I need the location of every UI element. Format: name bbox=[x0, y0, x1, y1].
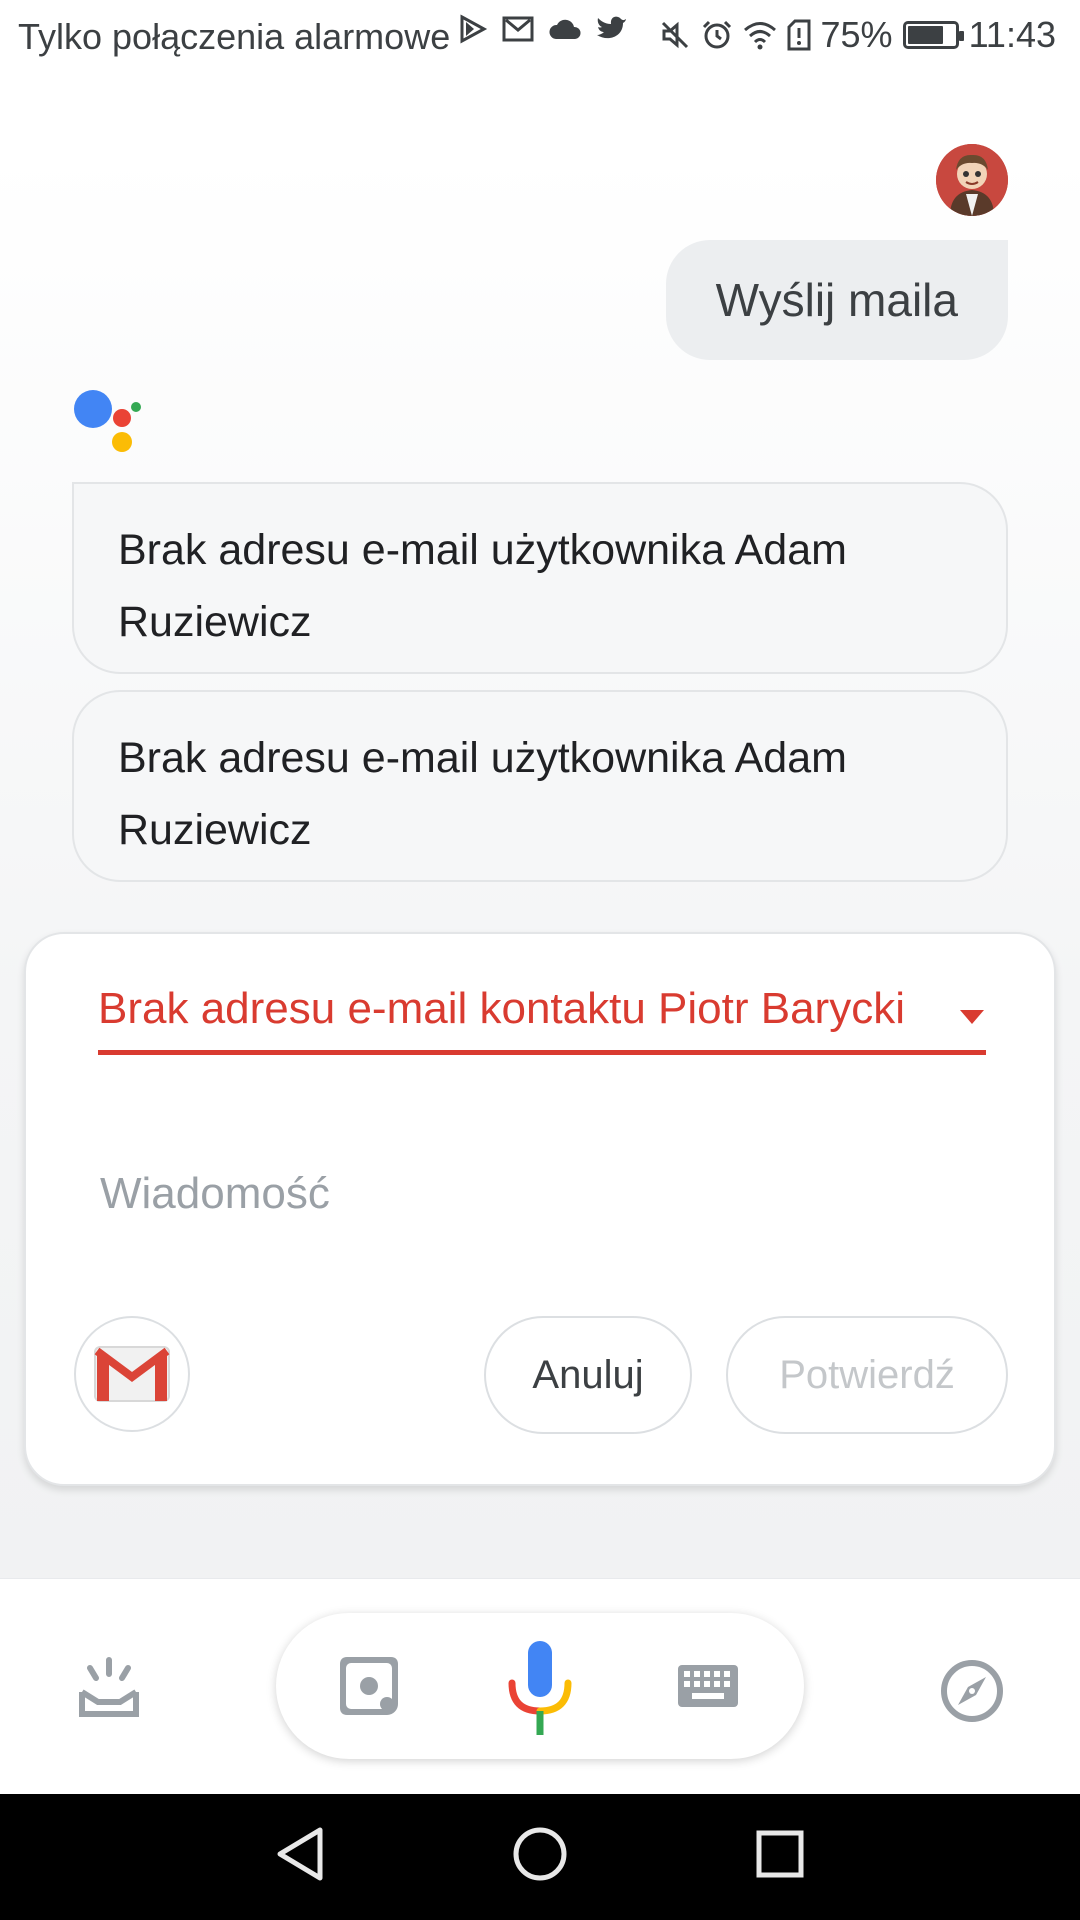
assistant-message-bubble: Brak adresu e-mail użytkownika Adam Ruzi… bbox=[72, 690, 1008, 882]
recipient-error-text: Brak adresu e-mail kontaktu Piotr Baryck… bbox=[98, 984, 905, 1033]
gmail-icon bbox=[94, 1346, 170, 1402]
confirm-button[interactable]: Potwierdź bbox=[726, 1316, 1008, 1434]
play-store-icon bbox=[460, 14, 488, 44]
back-icon bbox=[277, 1827, 323, 1881]
assistant-message-text: Brak adresu e-mail użytkownika Adam Ruzi… bbox=[118, 526, 847, 646]
battery-icon bbox=[902, 21, 964, 49]
status-bar: Tylko połączenia alarmowe 75% 11:43 bbox=[0, 0, 1080, 74]
email-compose-card: Brak adresu e-mail kontaktu Piotr Baryck… bbox=[24, 932, 1056, 1486]
user-message-bubble: Wyślij maila bbox=[665, 240, 1008, 360]
google-assistant-icon bbox=[74, 390, 141, 452]
updates-button[interactable] bbox=[64, 1651, 154, 1725]
notification-icons bbox=[458, 14, 628, 44]
explore-button[interactable] bbox=[930, 1649, 1014, 1733]
cloud-icon bbox=[549, 19, 581, 39]
home-button[interactable] bbox=[508, 1822, 572, 1886]
mic-button[interactable] bbox=[500, 1631, 580, 1747]
assistant-message-bubble: Brak adresu e-mail użytkownika Adam Ruzi… bbox=[72, 482, 1008, 674]
system-status: 75% 11:43 bbox=[659, 14, 1056, 56]
updates-icon bbox=[79, 1657, 139, 1717]
storage-alert-icon bbox=[787, 19, 811, 51]
cancel-button-label: Anuluj bbox=[532, 1352, 644, 1397]
battery-percent: 75% bbox=[820, 14, 893, 55]
mic-icon bbox=[508, 1641, 572, 1735]
recipient-underline bbox=[98, 1050, 986, 1055]
keyboard-icon bbox=[678, 1665, 738, 1707]
assistant-bottom-bar bbox=[0, 1578, 1080, 1795]
recipient-dropdown-icon[interactable] bbox=[960, 1010, 984, 1024]
twitter-icon bbox=[597, 16, 626, 39]
mail-icon bbox=[502, 16, 534, 42]
home-icon bbox=[513, 1827, 567, 1881]
navigation-bar bbox=[0, 1794, 1080, 1920]
confirm-button-label: Potwierdź bbox=[779, 1352, 955, 1397]
recents-icon bbox=[756, 1830, 804, 1878]
message-input[interactable] bbox=[98, 1168, 982, 1220]
user-avatar[interactable] bbox=[936, 144, 1008, 216]
recipient-field[interactable]: Brak adresu e-mail kontaktu Piotr Baryck… bbox=[98, 984, 984, 1044]
recents-button[interactable] bbox=[748, 1822, 812, 1886]
carrier-text: Tylko połączenia alarmowe bbox=[18, 16, 451, 57]
mute-icon bbox=[661, 21, 688, 49]
alarm-icon bbox=[702, 20, 731, 49]
lens-icon bbox=[340, 1657, 398, 1715]
wifi-icon bbox=[743, 22, 776, 50]
assistant-message-text: Brak adresu e-mail użytkownika Adam Ruzi… bbox=[118, 734, 847, 854]
back-button[interactable] bbox=[268, 1822, 332, 1886]
keyboard-button[interactable] bbox=[668, 1651, 748, 1721]
explore-icon bbox=[941, 1660, 1003, 1722]
clock: 11:43 bbox=[968, 14, 1056, 55]
cancel-button[interactable]: Anuluj bbox=[484, 1316, 692, 1434]
gmail-app-button[interactable] bbox=[74, 1316, 190, 1432]
avatar-image bbox=[936, 144, 1008, 216]
user-message-text: Wyślij maila bbox=[715, 274, 958, 326]
lens-button[interactable] bbox=[332, 1649, 406, 1723]
input-mode-pill bbox=[276, 1613, 804, 1759]
